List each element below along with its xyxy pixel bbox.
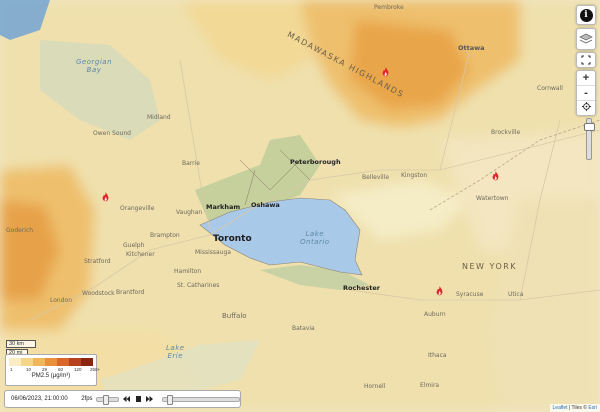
fire-icon[interactable] (435, 286, 444, 297)
leaflet-link[interactable]: Leaflet (553, 405, 568, 411)
legend-tick: 60 (58, 367, 64, 372)
pause-icon (135, 396, 141, 402)
rewind-icon (122, 396, 130, 402)
legend-tick: 1 (10, 367, 13, 372)
legend-tick: 120 (74, 367, 82, 372)
opacity-slider-handle[interactable] (584, 123, 595, 131)
crosshair-icon (581, 102, 591, 111)
legend-tick: 10 (26, 367, 32, 372)
fullscreen-icon (581, 55, 591, 65)
map-view[interactable]: Georgian Bay Lake Ontario Lake Erie MADA… (0, 0, 600, 412)
legend-swatch (81, 358, 93, 366)
step-back-button[interactable] (122, 395, 131, 404)
layers-button[interactable] (576, 28, 596, 50)
attribution-text: | Tiles © (567, 405, 589, 411)
info-icon: i (579, 8, 593, 22)
basemap (0, 0, 600, 412)
esri-link[interactable]: Esri (588, 405, 597, 411)
time-slider-handle[interactable] (166, 394, 173, 405)
legend-swatch (57, 358, 69, 366)
legend-swatch (69, 358, 81, 366)
time-slider[interactable] (162, 394, 240, 405)
locate-button[interactable] (577, 101, 595, 115)
legend-ticks: 1 10 28 60 120 250+ (9, 366, 100, 373)
fire-icon[interactable] (101, 192, 110, 203)
fast-forward-icon (146, 396, 154, 402)
fps-label: 2fps (81, 396, 93, 402)
legend-swatch (33, 358, 45, 366)
pm25-legend: 1 10 28 60 120 250+ PM2.5 (μg/m³) (5, 354, 100, 386)
legend-swatch (9, 358, 21, 366)
zoom-out-button[interactable]: - (577, 86, 595, 101)
step-forward-button[interactable] (145, 395, 154, 404)
attribution: Leaflet | Tiles © Esri (549, 404, 600, 412)
scale-km: 30 km (6, 340, 36, 348)
zoom-control: + - (576, 70, 596, 116)
timestamp: 06/06/2023, 21:00:00 (11, 396, 68, 402)
speed-slider-handle[interactable] (102, 394, 109, 405)
opacity-slider[interactable] (584, 118, 595, 160)
zoom-in-button[interactable]: + (577, 71, 595, 86)
info-button[interactable]: i (576, 5, 596, 25)
time-control: 06/06/2023, 21:00:00 2fps (4, 390, 241, 408)
legend-title: PM2.5 (μg/m³) (31, 373, 71, 379)
fullscreen-button[interactable] (576, 52, 596, 68)
pause-button[interactable] (134, 395, 143, 404)
speed-slider[interactable] (95, 394, 119, 405)
fire-icon[interactable] (381, 67, 390, 78)
legend-tick: 28 (42, 367, 48, 372)
legend-swatch (21, 358, 33, 366)
legend-tick: 250+ (90, 367, 101, 372)
layers-icon (579, 33, 593, 44)
legend-color-bar (9, 358, 93, 366)
legend-swatch (45, 358, 57, 366)
fire-icon[interactable] (491, 171, 500, 182)
